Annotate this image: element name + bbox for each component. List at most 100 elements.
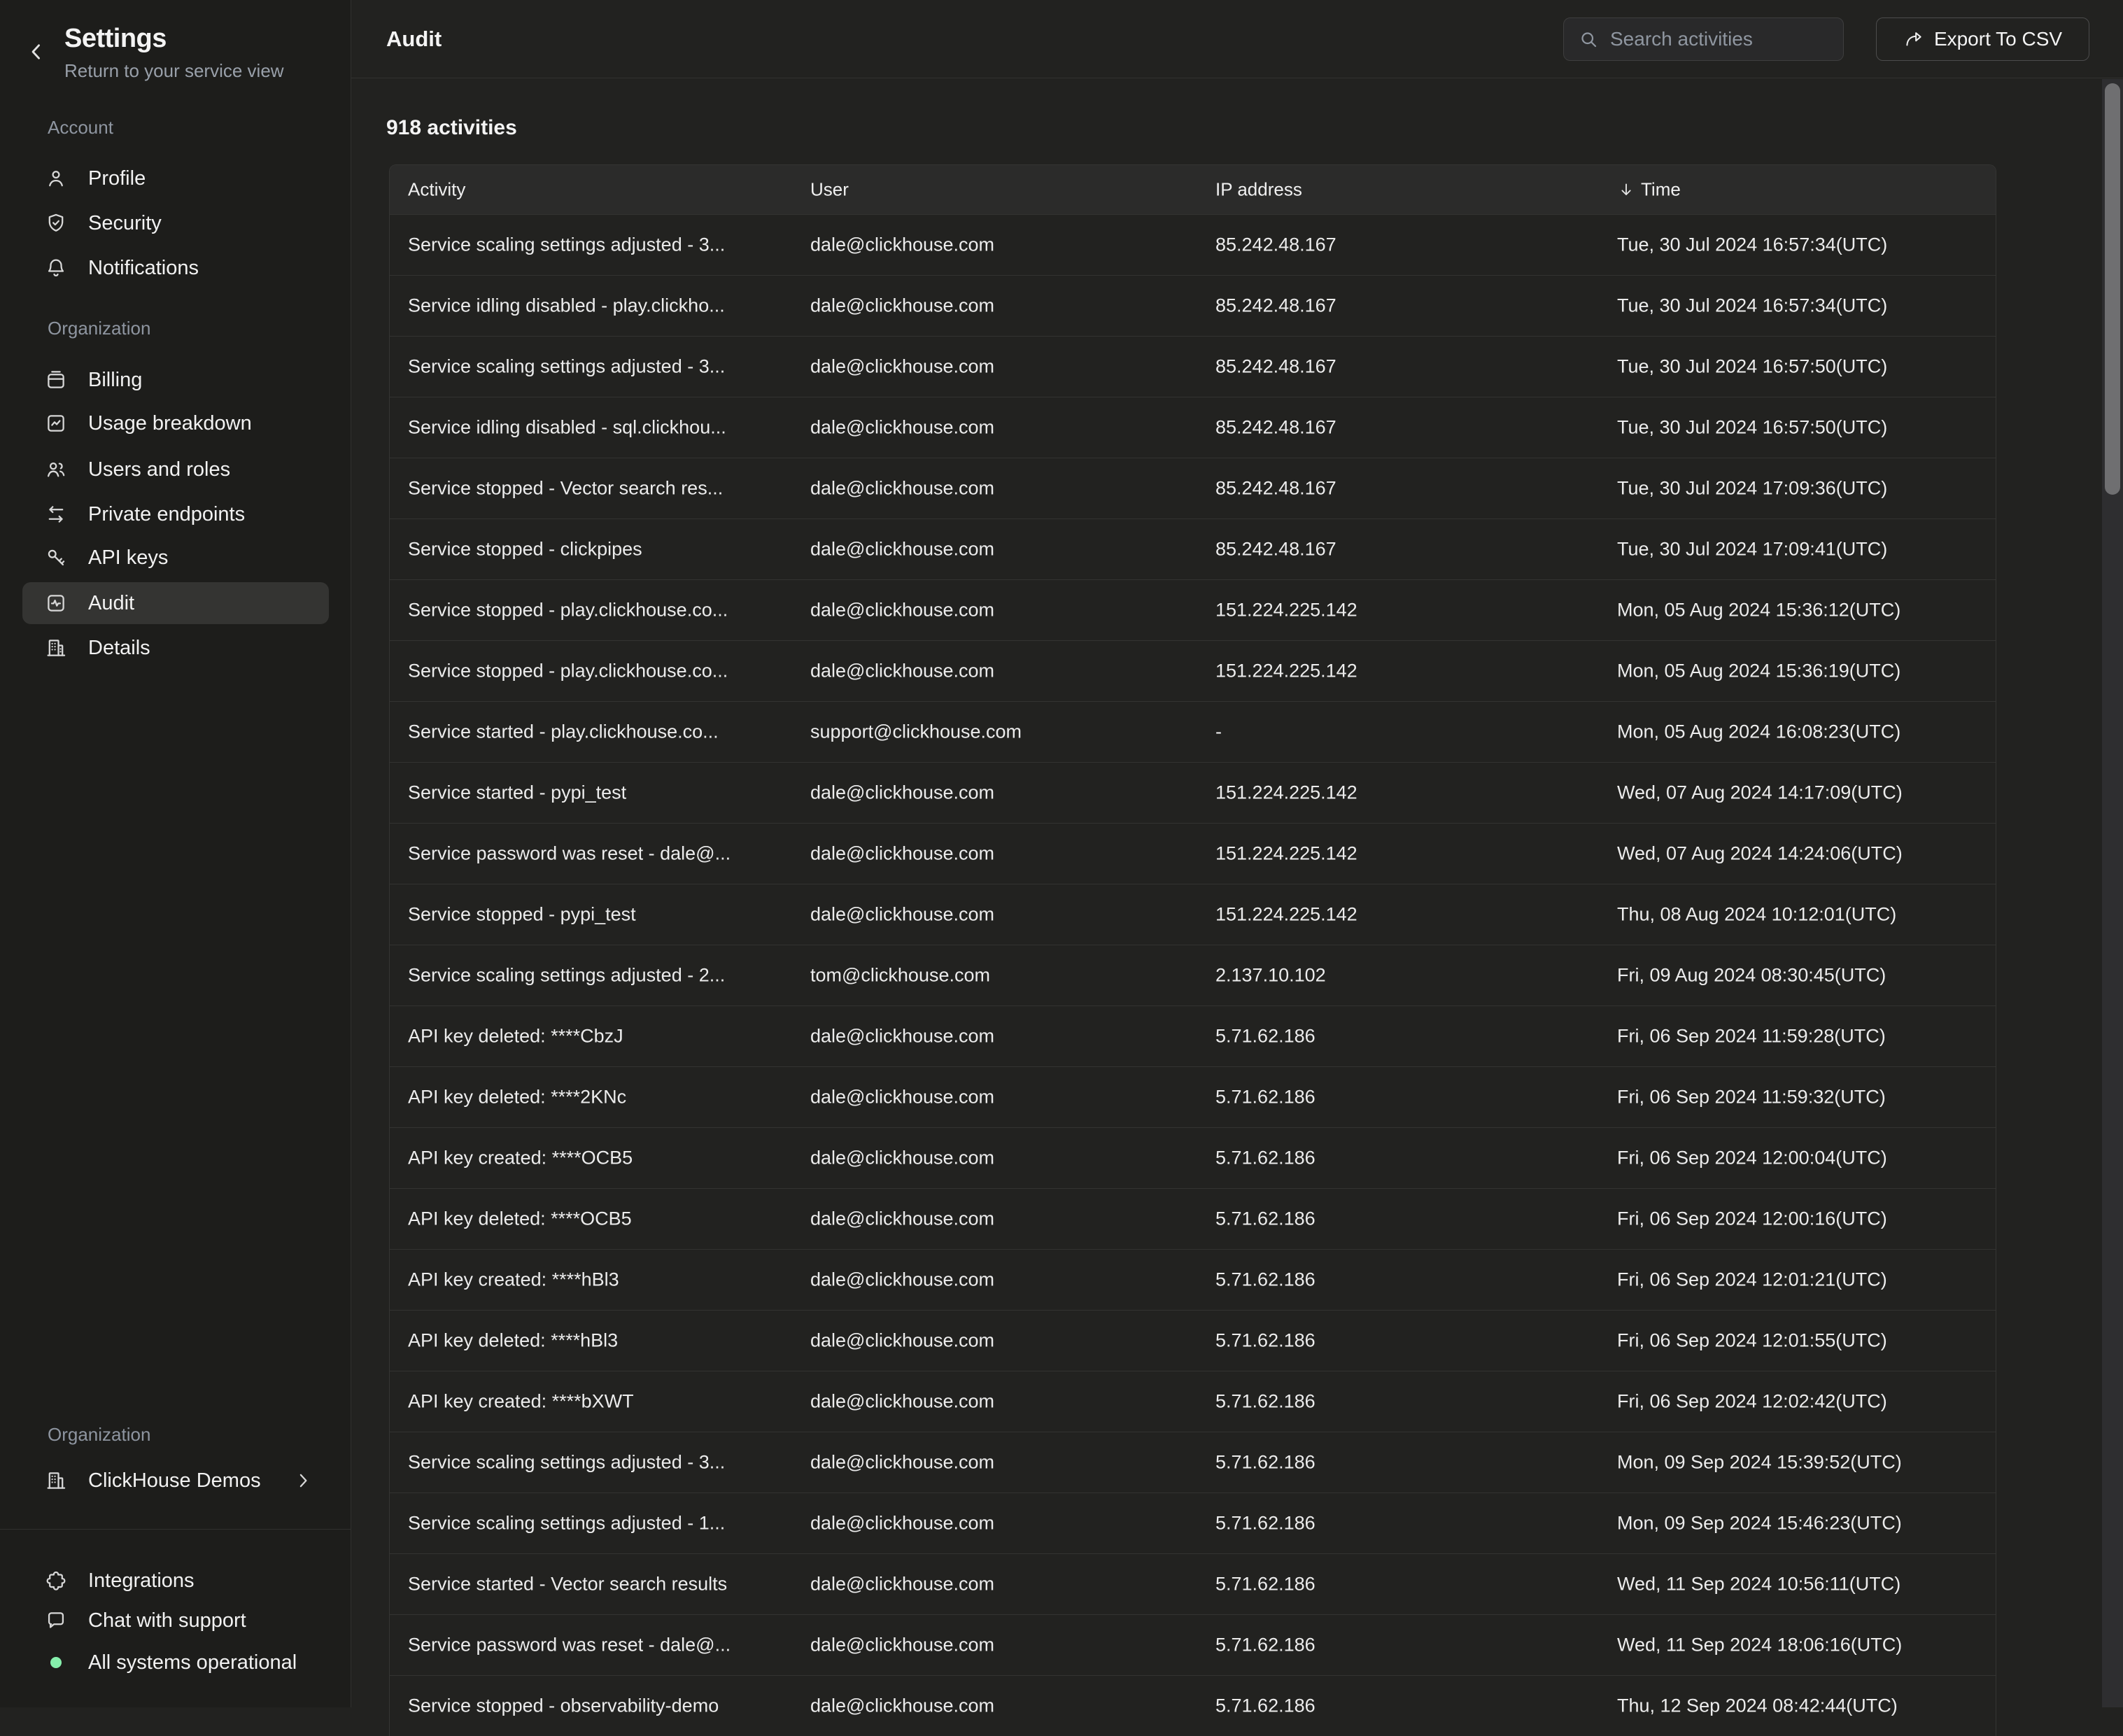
building-icon — [42, 1469, 70, 1492]
column-header-user[interactable]: User — [810, 179, 849, 201]
table-row: Service password was reset - dale@... da… — [390, 1614, 1996, 1675]
cell-user: dale@clickhouse.com — [810, 539, 994, 560]
cell-activity: Service started - play.clickhouse.co... — [408, 721, 719, 743]
table-row: Service started - Vector search results … — [390, 1553, 1996, 1614]
cell-user: dale@clickhouse.com — [810, 478, 994, 500]
table-row: Service scaling settings adjusted - 3...… — [390, 336, 1996, 397]
cell-activity: API key deleted: ****2KNc — [408, 1087, 626, 1108]
sidebar-item-usage-breakdown[interactable]: Usage breakdown — [22, 402, 329, 444]
status-label: All systems operational — [88, 1651, 297, 1674]
user-icon — [42, 167, 70, 190]
cell-time: Thu, 12 Sep 2024 08:42:44(UTC) — [1617, 1695, 1898, 1717]
cell-time: Wed, 07 Aug 2024 14:17:09(UTC) — [1617, 782, 1903, 804]
table-row: API key deleted: ****OCB5 dale@clickhous… — [390, 1188, 1996, 1249]
bell-icon — [42, 256, 70, 280]
org-switcher[interactable]: ClickHouse Demos — [22, 1460, 329, 1502]
sidebar-item-private-endpoints[interactable]: Private endpoints — [22, 493, 329, 535]
table-row: Service idling disabled - play.clickho..… — [390, 275, 1996, 336]
sidebar-item-integrations[interactable]: Integrations — [22, 1560, 329, 1602]
chat-bubble-icon — [42, 1609, 70, 1632]
sidebar-item-details[interactable]: Details — [22, 627, 329, 669]
cell-ip-address: 151.224.225.142 — [1215, 661, 1357, 682]
cell-activity: Service started - Vector search results — [408, 1574, 727, 1595]
cell-activity: Service password was reset - dale@... — [408, 1635, 731, 1656]
system-status[interactable]: All systems operational — [22, 1642, 329, 1684]
search-box[interactable] — [1563, 17, 1844, 61]
sidebar-item-security[interactable]: Security — [22, 202, 329, 244]
cell-ip-address: 151.224.225.142 — [1215, 600, 1357, 621]
sidebar-item-chat-support[interactable]: Chat with support — [22, 1600, 329, 1642]
sidebar-item-label: Users and roles — [88, 458, 230, 481]
cell-user: dale@clickhouse.com — [810, 600, 994, 621]
cell-time: Tue, 30 Jul 2024 16:57:50(UTC) — [1617, 356, 1887, 378]
sidebar-item-label: API keys — [88, 546, 168, 570]
back-button[interactable] — [21, 36, 52, 67]
cell-time: Wed, 07 Aug 2024 14:24:06(UTC) — [1617, 843, 1903, 865]
cell-time: Fri, 06 Sep 2024 12:01:55(UTC) — [1617, 1330, 1887, 1352]
cell-ip-address: 5.71.62.186 — [1215, 1148, 1316, 1169]
cell-activity: Service scaling settings adjusted - 3... — [408, 356, 725, 378]
cell-activity: Service started - pypi_test — [408, 782, 626, 804]
chevron-right-icon — [292, 1470, 313, 1491]
cell-ip-address: 5.71.62.186 — [1215, 1574, 1316, 1595]
table-row: API key created: ****hBl3 dale@clickhous… — [390, 1249, 1996, 1310]
column-header-time-label: Time — [1641, 179, 1681, 201]
cell-activity: Service scaling settings adjusted - 3... — [408, 234, 725, 256]
table-row: API key deleted: ****2KNc dale@clickhous… — [390, 1066, 1996, 1127]
cell-activity: API key created: ****bXWT — [408, 1391, 634, 1413]
key-icon — [42, 546, 70, 570]
sidebar-item-billing[interactable]: Billing — [22, 359, 329, 401]
cell-time: Tue, 30 Jul 2024 17:09:36(UTC) — [1617, 478, 1887, 500]
cell-user: dale@clickhouse.com — [810, 295, 994, 317]
cell-user: dale@clickhouse.com — [810, 1695, 994, 1717]
cell-activity: Service stopped - observability-demo — [408, 1695, 719, 1717]
sidebar-item-profile[interactable]: Profile — [22, 157, 329, 199]
topbar: Audit Export To CSV — [351, 0, 2123, 78]
cell-user: dale@clickhouse.com — [810, 1208, 994, 1230]
users-icon — [42, 458, 70, 481]
chart-icon — [42, 411, 70, 435]
cell-user: dale@clickhouse.com — [810, 1391, 994, 1413]
cell-user: support@clickhouse.com — [810, 721, 1022, 743]
cell-user: dale@clickhouse.com — [810, 843, 994, 865]
activities-count: 918 activities — [386, 116, 517, 140]
scrollbar-track[interactable] — [2102, 79, 2123, 1707]
scrollbar-thumb[interactable] — [2105, 83, 2120, 495]
sidebar-item-api-keys[interactable]: API keys — [22, 537, 329, 579]
settings-title: Settings — [64, 24, 167, 54]
cell-activity: API key deleted: ****hBl3 — [408, 1330, 618, 1352]
cell-time: Tue, 30 Jul 2024 16:57:34(UTC) — [1617, 295, 1887, 317]
search-input[interactable] — [1610, 28, 1829, 50]
column-header-time[interactable]: Time — [1617, 179, 1681, 201]
cell-time: Fri, 09 Aug 2024 08:30:45(UTC) — [1617, 965, 1886, 987]
sidebar: Settings Return to your service view Acc… — [0, 0, 351, 1707]
export-label: Export To CSV — [1934, 28, 2062, 50]
sidebar-item-users-and-roles[interactable]: Users and roles — [22, 449, 329, 491]
table-row: Service stopped - play.clickhouse.co... … — [390, 579, 1996, 640]
cell-ip-address: 5.71.62.186 — [1215, 1087, 1316, 1108]
return-link[interactable]: Return to your service view — [64, 60, 284, 82]
cell-activity: Service password was reset - dale@... — [408, 843, 731, 865]
activity-icon — [42, 591, 70, 615]
cell-time: Tue, 30 Jul 2024 16:57:50(UTC) — [1617, 417, 1887, 439]
sidebar-item-label: Chat with support — [88, 1609, 246, 1632]
cell-time: Fri, 06 Sep 2024 12:00:04(UTC) — [1617, 1148, 1887, 1169]
billing-icon — [42, 368, 70, 392]
sidebar-item-label: Billing — [88, 369, 142, 392]
sidebar-item-label: Details — [88, 637, 150, 660]
cell-ip-address: 85.242.48.167 — [1215, 478, 1336, 500]
cell-user: tom@clickhouse.com — [810, 965, 990, 987]
cell-time: Mon, 09 Sep 2024 15:46:23(UTC) — [1617, 1513, 1902, 1534]
column-header-activity[interactable]: Activity — [408, 179, 465, 201]
cell-time: Mon, 05 Aug 2024 15:36:12(UTC) — [1617, 600, 1900, 621]
sidebar-item-label: Audit — [88, 592, 134, 615]
sidebar-item-label: Usage breakdown — [88, 412, 252, 435]
cell-ip-address: 5.71.62.186 — [1215, 1695, 1316, 1717]
export-csv-button[interactable]: Export To CSV — [1876, 17, 2089, 61]
cell-time: Wed, 11 Sep 2024 18:06:16(UTC) — [1617, 1635, 1902, 1656]
sidebar-item-notifications[interactable]: Notifications — [22, 247, 329, 289]
column-header-ip[interactable]: IP address — [1215, 179, 1302, 201]
sidebar-item-audit[interactable]: Audit — [22, 582, 329, 624]
table-row: Service started - pypi_test dale@clickho… — [390, 762, 1996, 823]
puzzle-icon — [42, 1569, 70, 1593]
